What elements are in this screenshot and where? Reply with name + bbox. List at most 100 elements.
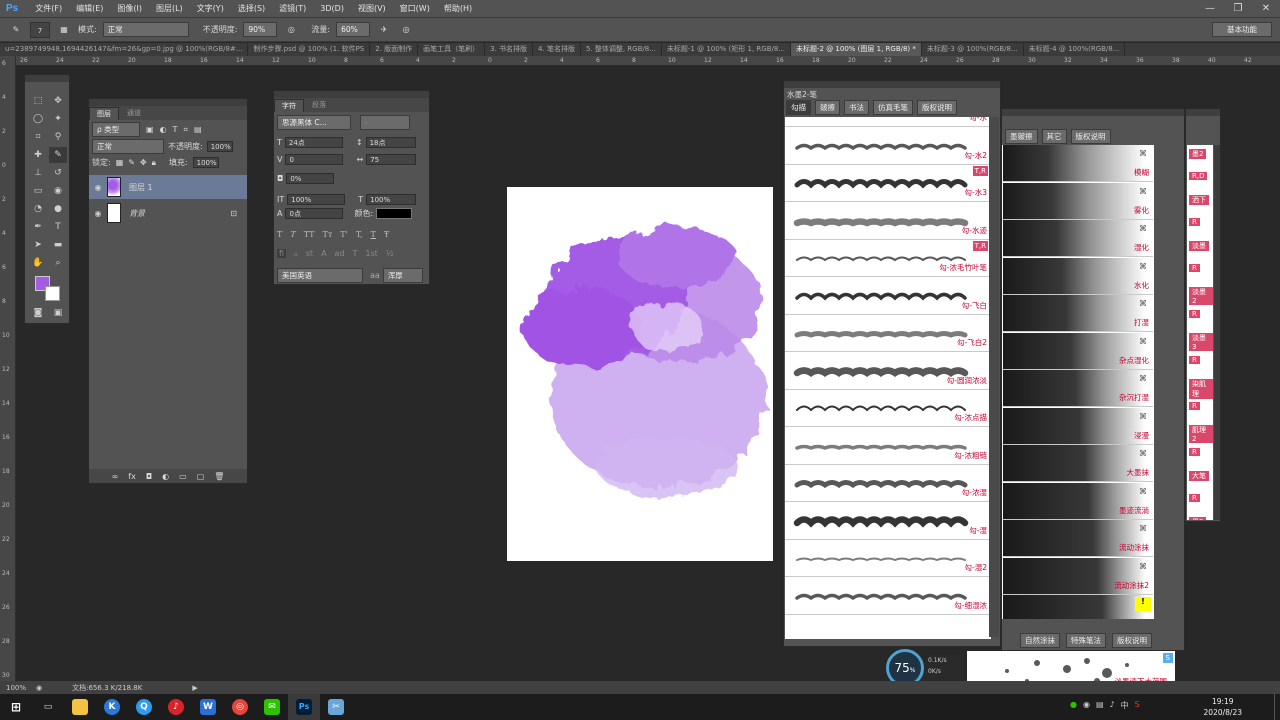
fx-icon[interactable]: fx — [128, 472, 136, 481]
brush-item[interactable]: 勾-湿 — [785, 502, 991, 540]
close-icon[interactable]: ✕ — [1252, 0, 1280, 18]
subscript-button[interactable]: T, — [356, 230, 363, 239]
brush-item[interactable]: ⌘ 大墨抹 — [1003, 445, 1153, 482]
doc-tab[interactable]: u=2389749948,1694426147&fm=26&gp=0.jpg @… — [0, 43, 249, 56]
brush-item[interactable]: 勾-浓毛竹叶笔 T,R — [785, 240, 991, 277]
kugou-icon[interactable]: K — [96, 694, 128, 720]
doc-tab[interactable]: 制作步骤.psd @ 100% (1. 软件PS — [248, 43, 371, 56]
new-group-icon[interactable]: ▭ — [179, 472, 187, 481]
language-dropdown[interactable]: 美国英语 — [277, 268, 363, 283]
brush-tab-maobi[interactable]: 仿真毛笔 — [873, 100, 913, 115]
tab-channels[interactable]: 通道 — [119, 106, 149, 120]
brush-b-tab-cunca[interactable]: 墨皴擦 — [1005, 129, 1038, 144]
brush-panel-c-header[interactable] — [1186, 109, 1220, 116]
brush-item[interactable]: 勾-细湿浓 — [785, 577, 991, 615]
filter-pixel-icon[interactable]: ▣ — [146, 125, 154, 134]
delete-layer-icon[interactable]: 🗑︎ — [214, 472, 224, 481]
opacity-field[interactable]: 90% — [243, 22, 278, 37]
font-size-field[interactable]: 24点 — [284, 137, 343, 148]
menu-3d[interactable]: 3D(D) — [313, 4, 351, 13]
brush-item[interactable]: 勾-水3 T,R — [785, 165, 991, 202]
doc-tab[interactable]: 3. 书名排版 — [485, 43, 534, 56]
superscript-button[interactable]: T' — [340, 230, 348, 239]
menu-type[interactable]: 文字(Y) — [190, 3, 231, 14]
menu-layer[interactable]: 图层(L) — [149, 3, 190, 14]
restore-icon[interactable]: ❐ — [1224, 0, 1252, 18]
menu-filter[interactable]: 滤镜(T) — [272, 3, 313, 14]
tab-paragraph[interactable]: 段落 — [304, 98, 334, 112]
airbrush-icon[interactable]: ✈ — [376, 22, 392, 38]
adjustment-layer-icon[interactable]: ◐ — [162, 472, 169, 481]
menu-help[interactable]: 帮助(H) — [437, 3, 479, 14]
brush-tab-copyright[interactable]: 版权说明 — [917, 100, 957, 115]
swash-button[interactable]: A — [321, 249, 326, 258]
lock-transparent-icon[interactable]: ▦ — [116, 158, 124, 167]
crop-tool-icon[interactable]: ⌗ — [29, 129, 47, 145]
ruler-vertical[interactable]: 64202468101214161820222426283032 — [0, 56, 16, 713]
photoshop-icon[interactable]: Ps — [288, 694, 320, 720]
brush-item[interactable]: 勾-浓湿 — [785, 465, 991, 502]
document-canvas[interactable] — [507, 187, 773, 561]
brush-item[interactable]: 勾-浓点描 — [785, 390, 991, 427]
small-caps-button[interactable]: Tт — [323, 230, 333, 239]
filter-adjust-icon[interactable]: ◐ — [160, 125, 167, 134]
titling-button[interactable]: T — [353, 249, 358, 258]
blur-tool-icon[interactable]: ◔ — [29, 201, 47, 217]
doc-tab[interactable]: 未标题-4 @ 100%(RGB/8... — [1024, 43, 1126, 56]
brush-item[interactable]: 勾-水 — [785, 117, 991, 127]
brush-item[interactable]: 勾-水2 — [785, 127, 991, 165]
eyedropper-tool-icon[interactable]: ⚲ — [49, 129, 67, 145]
quick-select-tool-icon[interactable]: ✦ — [49, 111, 67, 127]
character-panel-header[interactable] — [274, 91, 429, 98]
flow-field[interactable]: 60% — [336, 22, 371, 37]
brush-item[interactable]: 勾-湿2 — [785, 540, 991, 577]
taskview-icon[interactable]: ▭ — [32, 694, 64, 720]
tray-app-icon[interactable]: ◉ — [1083, 700, 1090, 711]
fill-field[interactable]: 100% — [192, 157, 219, 168]
hand-tool-icon[interactable]: ✋ — [29, 255, 47, 271]
brush-item[interactable]: ⌘ 杂点湿化 — [1003, 332, 1153, 370]
pressure-opacity-icon[interactable]: ◎ — [283, 22, 299, 38]
brush-panel-header[interactable] — [784, 81, 1000, 88]
shape-tool-icon[interactable]: ▬ — [49, 237, 67, 253]
brush-tab-goumiao[interactable]: 勾描 — [786, 100, 811, 115]
ordinals-button[interactable]: 1st — [365, 249, 377, 258]
menu-window[interactable]: 窗口(W) — [393, 3, 437, 14]
brush-b-tab-copyright[interactable]: 版权说明 — [1070, 129, 1111, 144]
layer-name[interactable]: 背景 — [129, 208, 145, 219]
wps-icon[interactable]: W — [192, 694, 224, 720]
layer-filter-dropdown[interactable]: ρ 类型 — [92, 122, 140, 137]
eye-icon[interactable]: ◉ — [89, 183, 107, 192]
doc-tab[interactable]: 未标题-1 @ 100% (矩形 1, RGB/8... — [662, 43, 791, 56]
layer-name[interactable]: 图层 1 — [129, 182, 153, 193]
horizontal-scale-field[interactable]: 100% — [366, 194, 417, 205]
doc-tab-active[interactable]: 未标题-2 @ 100% (图层 1, RGB/8) * — [791, 43, 922, 56]
antialias-dropdown[interactable]: 浑厚 — [382, 268, 423, 283]
status-arrow-icon[interactable]: ▶ — [192, 684, 197, 692]
menu-view[interactable]: 视图(V) — [351, 3, 393, 14]
path-select-icon[interactable]: ➤ — [29, 237, 47, 253]
stylistic-alternates-button[interactable]: st — [306, 249, 313, 258]
system-clock[interactable]: 19:19 2020/8/23 — [1204, 694, 1242, 720]
lock-position-icon[interactable]: ✥ — [140, 158, 147, 167]
brush-item[interactable]: 勾-圆润浓淡 — [785, 352, 991, 390]
menu-edit[interactable]: 编辑(E) — [69, 3, 110, 14]
brush-b-tab-natural[interactable]: 自然涂抹 — [1020, 633, 1060, 648]
brush-item[interactable]: 勾-浓粗链 — [785, 427, 991, 465]
brush-item[interactable]: ⌘ 打湿 — [1003, 295, 1153, 332]
alternates-button[interactable]: ad — [335, 249, 345, 258]
netease-music-icon[interactable]: ♪ — [160, 694, 192, 720]
link-layers-icon[interactable]: ∞ — [112, 472, 119, 481]
layer-row[interactable]: ◉ 背景 ⊡ — [89, 201, 247, 225]
game-icon[interactable]: ◎ — [224, 694, 256, 720]
vertical-scale-field[interactable]: 100% — [287, 194, 346, 205]
lasso-tool-icon[interactable]: ◯ — [29, 111, 47, 127]
underline-button[interactable]: T — [371, 230, 376, 239]
filter-shape-icon[interactable]: ⌗ — [183, 125, 188, 135]
qq-browser-icon[interactable]: Q — [128, 694, 160, 720]
tray-volume-icon[interactable]: ♪ — [1110, 700, 1115, 711]
brush-item[interactable]: 勾-飞白 — [785, 277, 991, 315]
healing-tool-icon[interactable]: ✚ — [29, 147, 47, 163]
ruler-horizontal[interactable]: 26 24 22 20 18 16 14 12 10 8 6 4 2 0 2 4 6 8 10 12 14 16 18 20 2… — [16, 56, 1280, 66]
tray-network-icon[interactable]: ▤ — [1096, 700, 1104, 711]
